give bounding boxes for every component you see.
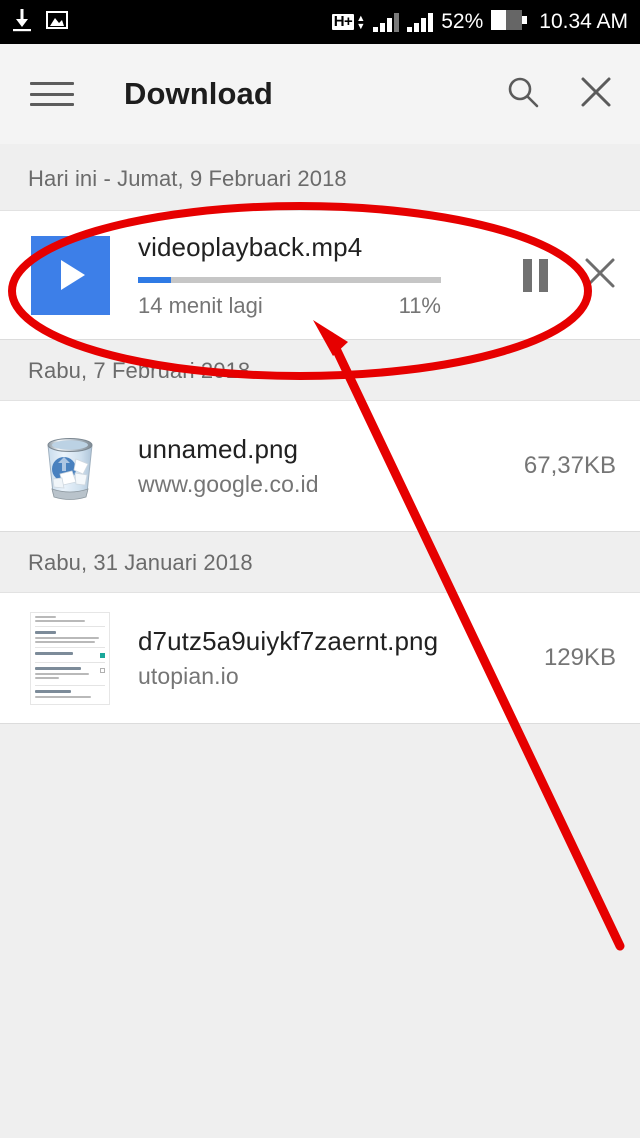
section-header-jan31: Rabu, 31 Januari 2018 (0, 532, 640, 592)
network-type-label: H+ (331, 13, 355, 30)
app-bar: Download (0, 44, 640, 144)
download-item-completed-1[interactable]: unnamed.png www.google.co.id 67,37KB (0, 400, 640, 532)
status-bar: H+ ▲ ▼ 52% 10.34 AM (0, 0, 640, 44)
download-progress-meta: 14 menit lagi 11% (138, 293, 441, 319)
percent-label: 11% (398, 292, 441, 318)
section-header-feb7: Rabu, 7 Februari 2018 (0, 340, 640, 400)
file-source-label: www.google.co.id (138, 471, 319, 497)
pause-icon[interactable] (523, 258, 548, 292)
download-item-actions (523, 257, 616, 294)
download-progress-bar (138, 276, 441, 283)
app-bar-actions (506, 75, 612, 114)
close-icon[interactable] (580, 76, 612, 113)
image-icon (46, 10, 68, 35)
hamburger-icon[interactable] (30, 79, 74, 109)
time-remaining-label: 14 menit lagi (138, 292, 263, 318)
battery-percent-label: 52% (441, 10, 484, 33)
file-source-label: utopian.io (138, 663, 239, 689)
file-size-label: 67,37KB (523, 452, 616, 479)
battery-icon (491, 9, 528, 36)
section-header-today: Hari ini - Jumat, 9 Februari 2018 (0, 144, 640, 210)
download-item-completed-2[interactable]: d7utz5a9uiykf7zaernt.png utopian.io 129K… (0, 592, 640, 724)
data-transfer-arrows-icon: ▲ ▼ (356, 12, 366, 31)
clock-label: 10.34 AM (539, 10, 628, 33)
download-item-active[interactable]: videoplayback.mp4 14 menit lagi 11% (0, 210, 640, 340)
recycle-bin-thumbnail (30, 426, 110, 506)
download-progress-fill (138, 276, 172, 283)
search-icon[interactable] (506, 75, 540, 114)
signal-bars-sim1-icon (373, 12, 400, 32)
download-item-details: unnamed.png www.google.co.id (138, 434, 508, 498)
download-item-details: videoplayback.mp4 14 menit lagi 11% (138, 232, 505, 319)
network-type-indicator: H+ ▲ ▼ (331, 12, 366, 31)
page-title: Download (124, 76, 273, 111)
empty-list-area (0, 724, 640, 1039)
file-size-label: 129KB (543, 644, 616, 671)
download-item-details: d7utz5a9uiykf7zaernt.png utopian.io (138, 626, 528, 690)
settings-screenshot-thumbnail (30, 611, 110, 705)
download-icon (12, 8, 32, 37)
status-bar-left-icons (12, 8, 68, 37)
status-bar-right-icons: H+ ▲ ▼ 52% 10.34 AM (331, 9, 628, 36)
cancel-download-icon[interactable] (584, 257, 616, 294)
play-icon (60, 260, 85, 290)
signal-bars-sim2-icon (407, 12, 434, 32)
download-list: Hari ini - Jumat, 9 Februari 2018 videop… (0, 144, 640, 1039)
file-name-label: unnamed.png (138, 434, 299, 464)
file-name-label: videoplayback.mp4 (138, 231, 363, 262)
file-name-label: d7utz5a9uiykf7zaernt.png (138, 626, 439, 656)
video-play-thumbnail (30, 235, 110, 315)
